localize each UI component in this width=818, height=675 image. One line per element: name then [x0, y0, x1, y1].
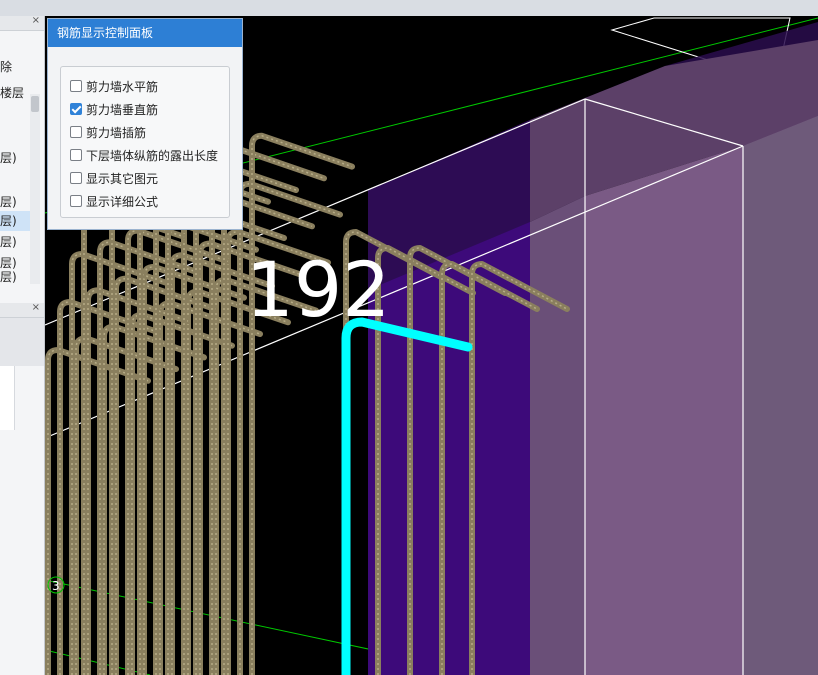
- checkbox[interactable]: [70, 149, 82, 161]
- property-toolbar: [0, 318, 44, 366]
- option-shear-wall-dowel[interactable]: 剪力墙插筋: [70, 123, 146, 141]
- left-dock: × 除 楼层 层) 层) 层) 层) 层) 层) ×: [0, 16, 45, 675]
- floor-list-item[interactable]: 层): [0, 148, 30, 168]
- rebar-display-control-panel: 钢筋显示控制面板 剪力墙水平筋 剪力墙垂直筋 剪力墙插筋 下层墙体纵筋的露出长度…: [47, 18, 243, 230]
- top-toolbar-strip: [0, 0, 818, 17]
- checkbox-checked[interactable]: [70, 103, 82, 115]
- option-shear-wall-vertical[interactable]: 剪力墙垂直筋: [70, 100, 158, 118]
- wall-side-face: [530, 196, 585, 675]
- left-pane-header-bottom: ×: [0, 302, 44, 318]
- close-icon[interactable]: ×: [32, 16, 40, 26]
- checkbox[interactable]: [70, 172, 82, 184]
- option-lower-wall-exposed-length[interactable]: 下层墙体纵筋的露出长度: [70, 146, 218, 164]
- panel-title: 钢筋显示控制面板: [48, 19, 242, 47]
- property-list: [0, 366, 15, 430]
- axis-marker-label: 3: [52, 579, 60, 593]
- option-show-other-elements[interactable]: 显示其它图元: [70, 169, 158, 187]
- dimension-label: 192: [245, 245, 390, 334]
- close-icon[interactable]: ×: [32, 302, 40, 313]
- checkbox[interactable]: [70, 80, 82, 92]
- left-pane-header-top: ×: [0, 16, 44, 31]
- floor-list-item-selected[interactable]: 层): [0, 211, 30, 231]
- option-show-detailed-formula[interactable]: 显示详细公式: [70, 192, 158, 210]
- floor-list-scrollbar[interactable]: [30, 94, 40, 284]
- floor-column-header: 楼层: [0, 86, 25, 100]
- delete-button[interactable]: 除: [0, 58, 12, 75]
- wall-end-face: [743, 116, 818, 675]
- checkbox[interactable]: [70, 126, 82, 138]
- option-shear-wall-horizontal[interactable]: 剪力墙水平筋: [70, 77, 158, 95]
- scrollbar-thumb[interactable]: [31, 96, 39, 112]
- checkbox[interactable]: [70, 195, 82, 207]
- floor-list-item[interactable]: 层): [0, 232, 30, 252]
- floor-list-item[interactable]: 层): [0, 192, 30, 212]
- floor-list-item[interactable]: 层): [0, 270, 30, 284]
